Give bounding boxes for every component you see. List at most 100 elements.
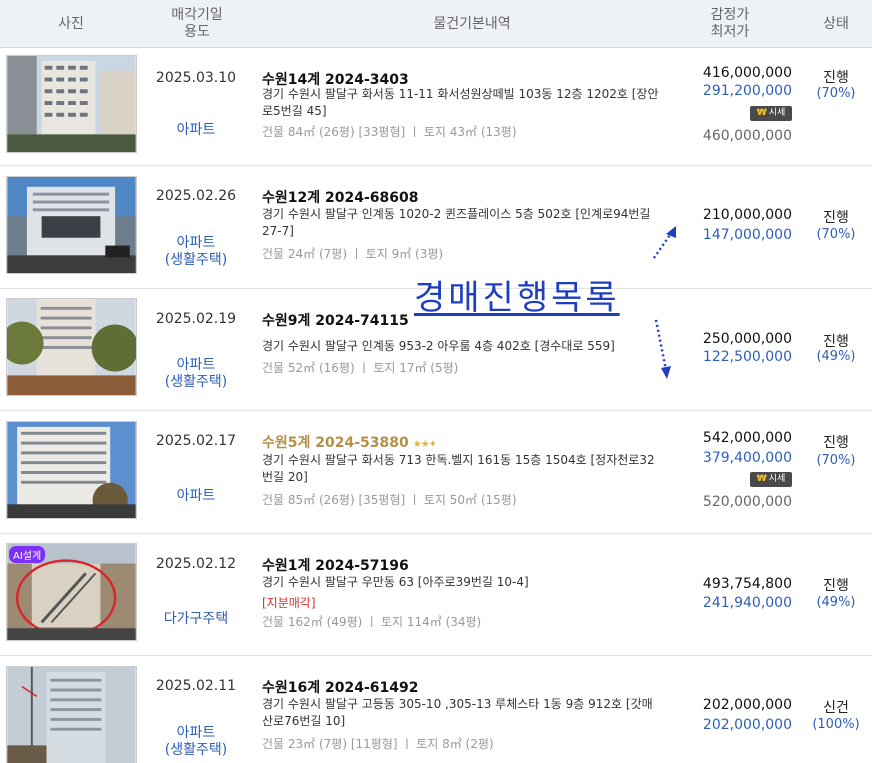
sale-date: 2025.02.26 <box>155 188 237 204</box>
appraisal-price: 210,000,000 <box>702 207 792 223</box>
case-number[interactable]: 수원16계 2024-61492 <box>262 677 418 697</box>
minimum-price: 291,200,000 <box>702 83 792 99</box>
list-header: 사진 매각기일 용도 물건기본내역 감정가 최저가 상태 <box>0 0 872 48</box>
price-rate: (49%) <box>816 349 856 364</box>
case-number-text: 수원5계 2024-53880 <box>262 435 409 451</box>
star-rating-icon: ★★✦ <box>412 439 437 450</box>
sale-date: 2025.03.10 <box>155 70 237 86</box>
property-type: 아파트 (생활주택) <box>142 235 250 269</box>
property-type: 아파트 <box>142 122 250 139</box>
auction-status: 신건 <box>823 700 849 716</box>
case-number[interactable]: 수원5계 2024-53880 ★★✦ <box>262 432 437 452</box>
property-area: 건물 24㎡ (7평) ㅣ 토지 9㎡ (3평) <box>262 247 444 261</box>
table-row[interactable]: 2025.02.11 아파트 (생활주택) 수원16계 2024-61492 경… <box>0 656 872 763</box>
market-price-button[interactable]: ₩ 시세 <box>750 106 792 121</box>
sise-icon: ₩ <box>756 474 767 484</box>
table-row[interactable]: AI설계 2025.02.12 다가구주택 수원1계 2024-57196 경기… <box>0 534 872 656</box>
property-type: 아파트 <box>142 488 250 505</box>
sale-date: 2025.02.17 <box>155 433 237 449</box>
ai-design-badge[interactable]: AI설계 <box>9 546 46 563</box>
header-price: 감정가 최저가 <box>680 7 780 41</box>
auction-status: 진행 <box>823 210 849 226</box>
partial-sale-tag: [지분매각] <box>262 596 316 610</box>
property-photo[interactable] <box>6 666 137 763</box>
auction-status: 진행 <box>823 578 849 594</box>
property-photo[interactable]: AI설계 <box>6 543 137 641</box>
arrow-up-icon <box>652 226 676 259</box>
price-rate: (70%) <box>816 86 856 101</box>
property-area: 건물 162㎡ (49평) ㅣ 토지 114㎡ (34평) <box>262 615 482 629</box>
property-area: 건물 85㎡ (26평) [35평형] ㅣ 토지 50㎡ (15평) <box>262 493 517 507</box>
price-rate: (70%) <box>816 453 856 468</box>
arrow-down-icon <box>654 319 671 379</box>
property-type-line2: (생활주택) <box>164 252 228 268</box>
apartment-photo <box>7 56 136 152</box>
property-address: 경기 수원시 팔달구 고등동 305-10 ,305-13 루체스타 1동 9층… <box>262 697 653 728</box>
sise-label: 시세 <box>768 474 786 484</box>
auction-status: 진행 <box>823 334 849 350</box>
price-rate: (100%) <box>812 717 860 732</box>
header-photo: 사진 <box>58 16 84 32</box>
annotation-arrows <box>652 226 676 379</box>
previous-price: 460,000,000 <box>702 128 792 144</box>
property-address: 경기 수원시 팔달구 화서동 713 한독.벨지 161동 15층 1504호 … <box>262 453 655 484</box>
market-price-button[interactable]: ₩ 시세 <box>750 472 792 487</box>
table-row[interactable]: 2025.03.10 아파트 수원14계 2024-3403 경기 수원시 팔달… <box>0 48 872 166</box>
auction-status: 진행 <box>823 70 849 86</box>
property-type-line1: 아파트 <box>176 235 216 251</box>
building-photo <box>7 667 136 763</box>
property-address: 경기 수원시 팔달구 우만동 63 [아주로39번길 10-4] <box>262 575 529 589</box>
property-photo[interactable] <box>6 421 137 519</box>
minimum-price: 202,000,000 <box>702 717 792 733</box>
header-status: 상태 <box>823 16 849 32</box>
minimum-price: 147,000,000 <box>702 227 792 243</box>
property-type-line1: 아파트 <box>176 122 216 138</box>
auction-status: 진행 <box>823 435 849 451</box>
property-type: 아파트 (생활주택) <box>142 725 250 759</box>
header-price-line1: 감정가 <box>710 7 750 23</box>
minimum-price: 379,400,000 <box>702 450 792 466</box>
property-type-line2: (생활주택) <box>164 374 228 390</box>
case-number[interactable]: 수원9계 2024-74115 <box>262 310 409 330</box>
appraisal-price: 250,000,000 <box>702 331 792 347</box>
property-area: 건물 84㎡ (26평) [33평형] ㅣ 토지 43㎡ (13평) <box>262 125 517 139</box>
property-address: 경기 수원시 팔달구 화서동 11-11 화서성원상떼빌 103동 12층 12… <box>262 87 659 118</box>
property-photo[interactable] <box>6 176 137 274</box>
property-area: 건물 52㎡ (16평) ㅣ 토지 17㎡ (5평) <box>262 361 459 375</box>
property-photo[interactable] <box>6 298 137 396</box>
minimum-price: 241,940,000 <box>702 595 792 611</box>
property-area: 건물 23㎡ (7평) [11평형] ㅣ 토지 8㎡ (2평) <box>262 737 494 751</box>
sale-date: 2025.02.19 <box>155 311 237 327</box>
case-number[interactable]: 수원12계 2024-68608 <box>262 187 418 207</box>
header-date-line1: 매각기일 <box>171 7 223 23</box>
header-date: 매각기일 용도 <box>142 7 252 41</box>
previous-price: 520,000,000 <box>702 494 792 510</box>
sale-date: 2025.02.12 <box>155 556 237 572</box>
property-type-line2: (생활주택) <box>164 742 228 758</box>
auction-list-heading: 경매진행목록 <box>414 278 620 318</box>
property-type: 다가구주택 <box>142 611 250 628</box>
minimum-price: 122,500,000 <box>702 349 792 365</box>
case-number[interactable]: 수원1계 2024-57196 <box>262 555 409 575</box>
property-type-line1: 아파트 <box>176 488 216 504</box>
property-photo[interactable] <box>6 55 137 153</box>
property-address: 경기 수원시 팔달구 인계동 1020-2 퀸즈플레이스 5층 502호 [인계… <box>262 207 651 238</box>
appraisal-price: 493,754,800 <box>702 576 792 592</box>
header-date-line2: 용도 <box>184 24 210 40</box>
property-type-line1: 아파트 <box>176 357 216 373</box>
property-address: 경기 수원시 팔달구 인계동 953-2 아우룸 4층 402호 [경수대로 5… <box>262 339 615 353</box>
sale-date: 2025.02.11 <box>155 678 237 694</box>
header-info: 물건기본내역 <box>433 16 511 32</box>
sise-label: 시세 <box>768 108 786 118</box>
table-row[interactable]: 2025.02.17 아파트 수원5계 2024-53880 ★★✦ 경기 수원시… <box>0 411 872 534</box>
property-type: 아파트 (생활주택) <box>142 357 250 391</box>
building-photo <box>7 299 136 395</box>
price-rate: (49%) <box>816 595 856 610</box>
sise-icon: ₩ <box>756 108 767 118</box>
appraisal-price: 542,000,000 <box>702 430 792 446</box>
price-rate: (70%) <box>816 227 856 242</box>
header-price-line2: 최저가 <box>710 24 750 40</box>
building-photo <box>7 177 136 273</box>
apartment-photo <box>7 422 136 518</box>
property-type-line1: 아파트 <box>176 725 216 741</box>
